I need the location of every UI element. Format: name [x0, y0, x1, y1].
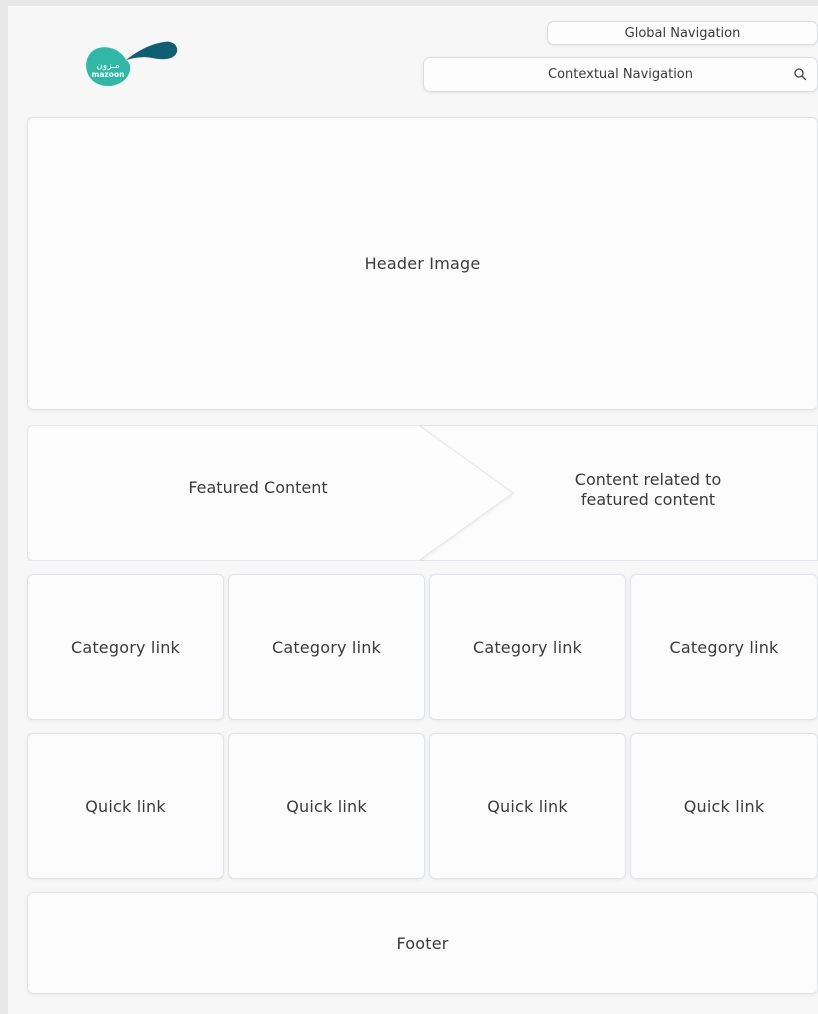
related-content-label-line1: Content related to [574, 470, 722, 489]
quick-link-label: Quick link [85, 796, 166, 816]
featured-content-label: Featured Content [188, 478, 328, 497]
quick-link[interactable]: Quick link [228, 733, 425, 879]
contextual-navigation[interactable]: Contextual Navigation [423, 57, 818, 92]
related-content[interactable]: Content related to featured content [538, 470, 758, 510]
category-link-label: Category link [472, 637, 583, 657]
quick-link-label: Quick link [286, 796, 367, 816]
quick-link-label: Quick link [683, 796, 765, 816]
featured-content[interactable]: Featured Content [48, 478, 468, 497]
quick-link-label: Quick link [487, 796, 568, 816]
quick-link[interactable]: Quick link [27, 733, 224, 879]
header-image: Header Image [27, 117, 818, 410]
page-canvas: مـزون mazoon Global Navigation Contextua… [8, 6, 818, 1014]
category-link[interactable]: Category link [228, 574, 425, 720]
mazoon-logo[interactable]: مـزون mazoon [76, 34, 186, 94]
global-navigation-label: Global Navigation [624, 25, 741, 41]
mazoon-logo-icon: مـزون mazoon [86, 41, 178, 87]
category-link[interactable]: Category link [27, 574, 224, 720]
global-navigation[interactable]: Global Navigation [547, 21, 818, 45]
category-link[interactable]: Category link [429, 574, 626, 720]
contextual-navigation-label: Contextual Navigation [548, 67, 693, 82]
category-link[interactable]: Category link [630, 574, 818, 720]
footer-label: Footer [396, 933, 449, 953]
quick-link[interactable]: Quick link [630, 733, 818, 879]
quick-link[interactable]: Quick link [429, 733, 626, 879]
logo-latin-text: mazoon [92, 70, 125, 79]
category-link-label: Category link [669, 637, 779, 657]
footer: Footer [27, 892, 818, 994]
category-link-label: Category link [271, 637, 382, 657]
header-image-label: Header Image [364, 254, 481, 273]
related-content-label-line2: featured content [580, 490, 716, 509]
search-icon[interactable] [793, 67, 807, 81]
category-link-label: Category link [70, 637, 181, 657]
